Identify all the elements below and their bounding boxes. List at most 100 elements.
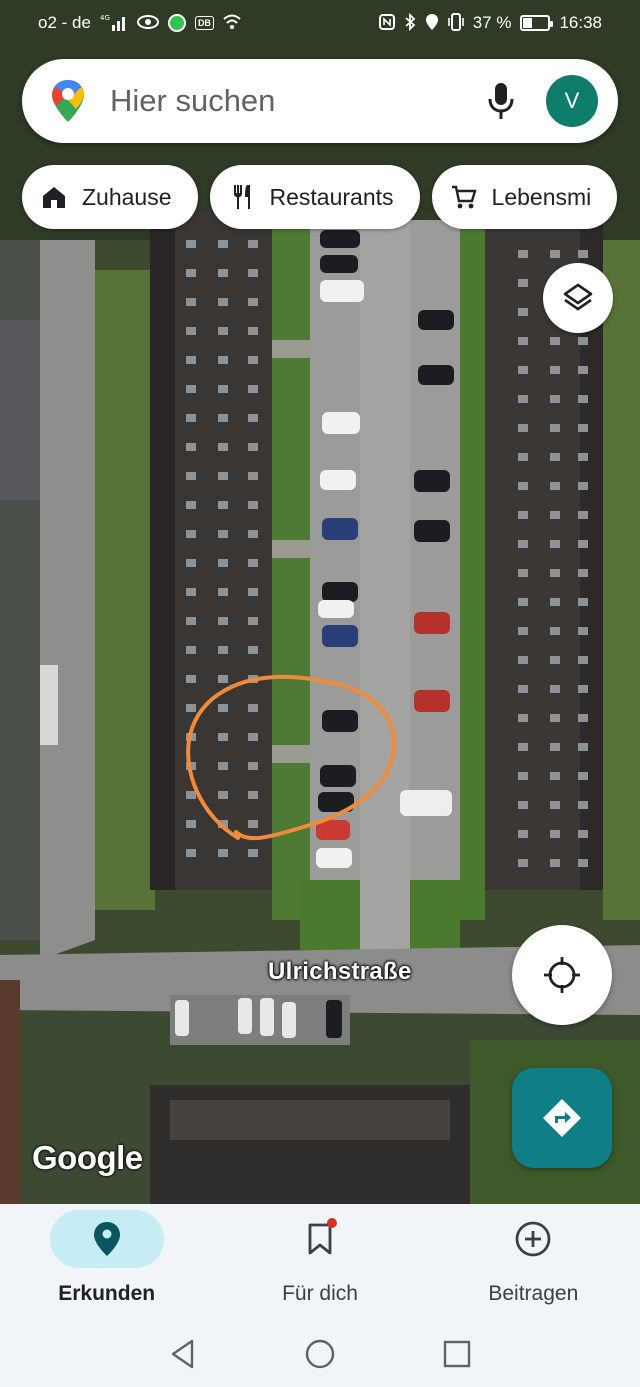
chip-restaurants[interactable]: Restaurants [209,165,420,229]
roof-window [218,385,228,393]
add-circle-icon [515,1221,551,1257]
roof-window [218,646,228,654]
chip-label: Lebensmi [491,183,592,210]
tab-label: Beitragen [488,1282,579,1305]
roof-window [248,646,258,654]
roof-window [218,588,228,596]
roof-window [218,733,228,741]
roof-window [518,453,528,461]
roof-window [186,588,196,596]
battery-percent: 37 % [472,13,512,32]
roof-window [578,337,588,345]
roof-window [186,327,196,335]
roof-window [218,617,228,625]
tab-explore[interactable]: Erkunden [0,1204,213,1320]
roof-window [218,443,228,451]
roof-window [550,598,560,606]
roof-window [248,414,258,422]
roof-window [186,646,196,654]
roof-window [578,627,588,635]
chip-groceries[interactable]: Lebensmi [431,165,618,229]
layers-button[interactable] [543,263,613,333]
search-bar[interactable]: Hier suchen V [22,59,618,143]
roof-window [186,704,196,712]
roof-window [186,240,196,248]
roof-window [218,791,228,799]
tab-for-you-pill[interactable] [263,1210,377,1268]
roof-window [550,482,560,490]
roof-window [550,424,560,432]
roof-window [518,540,528,548]
roof-window [186,530,196,538]
roof-window [550,743,560,751]
roof-window [518,482,528,490]
roof-window [248,791,258,799]
my-location-button[interactable] [512,925,612,1025]
roof-window [218,327,228,335]
roof-window [578,453,588,461]
roof-window [518,772,528,780]
directions-button[interactable] [512,1068,612,1168]
wifi-icon [223,14,241,33]
roof-window [518,366,528,374]
roof-window [518,424,528,432]
system-navigation-bar [0,1320,640,1387]
tab-for-you[interactable]: Für dich [213,1204,426,1320]
roof-window [578,714,588,722]
roof-window [518,685,528,693]
roof-window [248,327,258,335]
roof-window [248,704,258,712]
tab-label: Erkunden [58,1282,156,1305]
search-input[interactable]: Hier suchen [110,83,486,119]
roof-window [248,269,258,277]
roof-window [550,801,560,809]
roof-window [248,559,258,567]
roof-window [578,395,588,403]
clock: 16:38 [559,13,602,32]
roof-window [550,250,560,258]
roof-window [248,762,258,770]
recents-icon[interactable] [442,1339,472,1369]
google-maps-pin-icon [52,80,84,122]
tab-explore-pill[interactable] [49,1210,164,1268]
roof-window [186,298,196,306]
back-icon[interactable] [168,1338,198,1370]
category-chips: Zuhause Restaurants Lebensmi [22,165,618,229]
roof-window [218,501,228,509]
directions-icon [543,1099,581,1137]
tab-contribute-pill[interactable] [476,1210,590,1268]
roof-window [578,830,588,838]
roof-window [248,820,258,828]
roof-window [186,443,196,451]
carrier-label: o2 - de [38,13,91,32]
vibrate-icon [447,12,464,34]
roof-window [248,849,258,857]
roof-window [578,424,588,432]
microphone-icon[interactable] [486,81,516,121]
roof-window [550,656,560,664]
roof-window [186,414,196,422]
tab-contribute[interactable]: Beitragen [427,1204,640,1320]
nfc-icon [378,13,395,33]
roof-window [550,511,560,519]
cart-icon [451,185,477,209]
roof-window [186,675,196,683]
roof-window [518,279,528,287]
roof-window [218,414,228,422]
roof-window [518,859,528,867]
roof-window [578,250,588,258]
account-avatar[interactable]: V [546,75,598,127]
status-bar: o2 - de 4G DB 37 % 16:38 [0,0,640,46]
home-circle-icon[interactable] [304,1338,336,1370]
roof-window [550,859,560,867]
db-icon: DB [194,16,214,30]
roof-window [518,627,528,635]
roof-window [578,772,588,780]
roof-window [186,385,196,393]
roof-window [550,772,560,780]
roof-window [578,656,588,664]
google-logo: Google [32,1139,143,1176]
chip-home[interactable]: Zuhause [22,165,198,229]
roof-window [248,530,258,538]
roof-window [578,685,588,693]
